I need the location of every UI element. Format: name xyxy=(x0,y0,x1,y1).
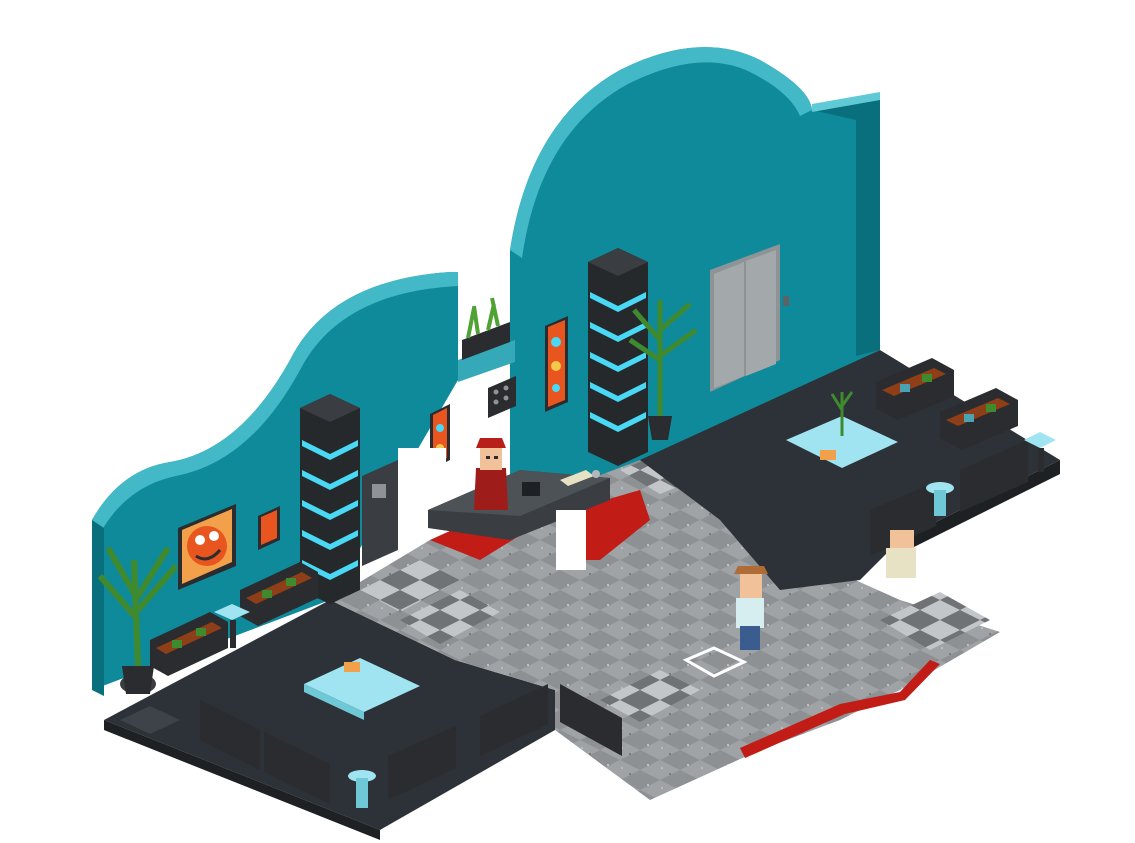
magazine-back[interactable] xyxy=(820,450,836,460)
seated-avatar[interactable] xyxy=(886,530,916,578)
placeholder-tile-2 xyxy=(556,510,586,570)
game-viewport[interactable] xyxy=(0,0,1135,843)
elevator-call-button[interactable] xyxy=(783,296,789,306)
computer-monitor[interactable] xyxy=(522,482,540,496)
staff-door[interactable] xyxy=(362,460,398,566)
service-bell[interactable] xyxy=(592,470,600,478)
abstract-painting-back[interactable] xyxy=(545,316,568,412)
door-sign-icon xyxy=(372,484,386,498)
light-pillar-center xyxy=(588,248,648,466)
magazine[interactable] xyxy=(344,662,360,672)
planter-shelf xyxy=(458,297,515,382)
receptionist-avatar[interactable] xyxy=(474,438,508,510)
room-scene[interactable] xyxy=(0,0,1135,843)
placeholder-tile-1 xyxy=(398,448,446,494)
